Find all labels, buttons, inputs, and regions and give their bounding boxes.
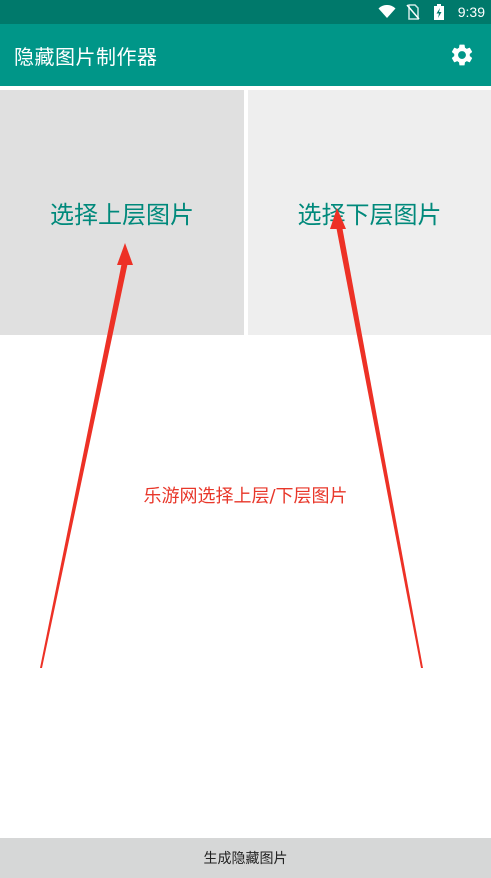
battery-charging-icon (430, 4, 448, 20)
status-bar: 9:39 (0, 0, 491, 24)
app-title: 隐藏图片制作器 (14, 44, 158, 69)
generate-hidden-image-button[interactable]: 生成隐藏图片 (0, 838, 491, 878)
select-upper-image-label: 选择上层图片 (50, 201, 194, 229)
wifi-icon (378, 4, 396, 20)
status-time: 9:39 (457, 4, 485, 20)
select-upper-image-button[interactable]: 选择上层图片 (0, 90, 244, 335)
annotation-text: 乐游网选择上层/下层图片 (143, 486, 348, 507)
no-sim-icon (404, 4, 422, 20)
generate-button-label: 生成隐藏图片 (203, 851, 288, 867)
gear-icon[interactable] (447, 40, 477, 70)
select-lower-image-label: 选择下层图片 (297, 201, 442, 229)
app-bar: 隐藏图片制作器 (0, 24, 491, 86)
select-lower-image-button[interactable]: 选择下层图片 (248, 90, 491, 335)
